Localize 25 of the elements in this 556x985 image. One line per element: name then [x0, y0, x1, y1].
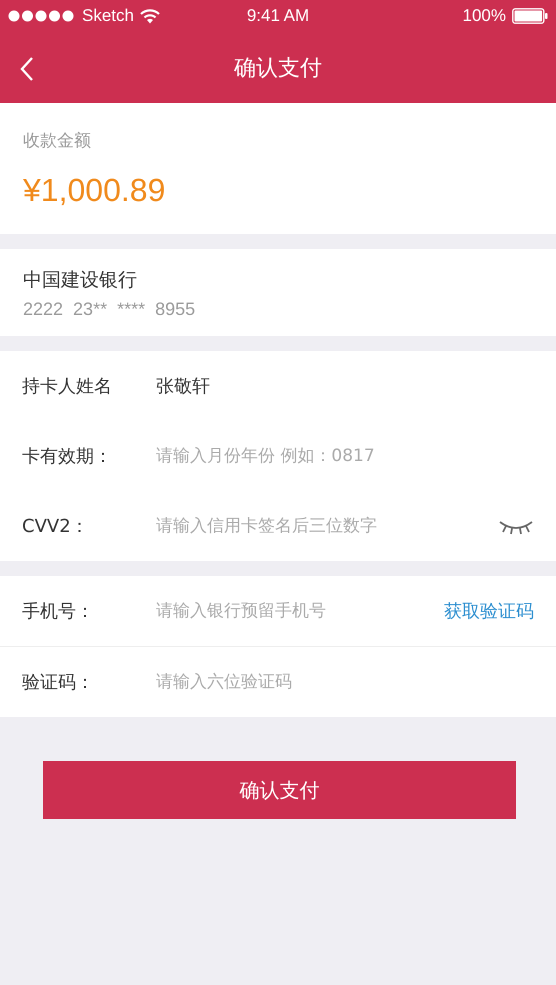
- signal-icon: [8, 10, 76, 22]
- battery-percent: 100%: [462, 6, 506, 26]
- input-field[interactable]: 请输入六位验证码: [156, 672, 534, 692]
- field-label: 手机号：: [22, 600, 95, 623]
- input-field[interactable]: 请输入月份年份 例如：0817: [156, 446, 534, 466]
- get-code-link[interactable]: 获取验证码: [444, 599, 534, 623]
- card-number: 2222 23** **** 8955: [23, 299, 196, 320]
- field-label: 持卡人姓名: [22, 375, 113, 398]
- amount-value: ¥1,000.89: [23, 172, 166, 209]
- wifi-icon: [140, 8, 160, 24]
- field-value: 张敬轩: [156, 375, 210, 398]
- carrier-name: Sketch: [82, 6, 134, 26]
- status-time: 9:41 AM: [246, 6, 310, 26]
- field-label: 卡有效期：: [22, 445, 113, 468]
- bank-name: 中国建设银行: [23, 268, 138, 293]
- field-label: CVV2：: [22, 515, 90, 538]
- confirm-pay-button[interactable]: 确认支付: [43, 761, 516, 819]
- amount-label: 收款金额: [23, 130, 92, 152]
- field-label: 验证码：: [22, 671, 95, 694]
- bank-card-item[interactable]: 中国建设银行 2222 23** **** 8955: [0, 249, 556, 336]
- input-field[interactable]: 请输入银行预留手机号: [156, 601, 444, 621]
- page-title: 确认支付: [234, 54, 322, 82]
- chevron-left-icon: [20, 56, 34, 82]
- battery-icon: [512, 8, 548, 24]
- input-field[interactable]: 请输入信用卡签名后三位数字: [156, 516, 498, 536]
